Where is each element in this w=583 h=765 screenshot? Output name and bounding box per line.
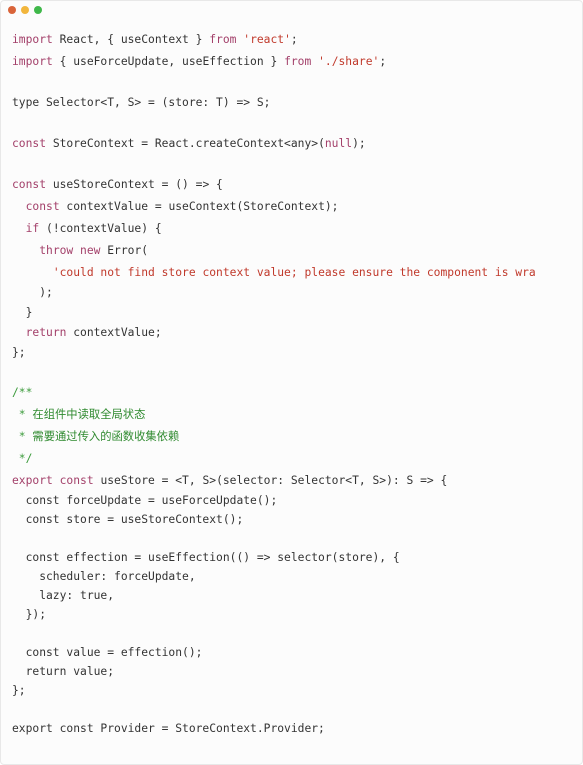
code-line: /**: [12, 385, 32, 401]
code-line: });: [12, 607, 46, 623]
code-token: const: [12, 137, 47, 150]
code-token: useStore = <T, S>(selector: Selector<T, …: [93, 474, 448, 487]
code-token: };: [12, 346, 26, 359]
code-line: }: [12, 305, 33, 321]
code-line: import { useForceUpdate, useEffection } …: [12, 54, 386, 70]
code-line: const store = useStoreContext();: [12, 512, 244, 528]
code-token: );: [12, 286, 53, 299]
code-token: *: [12, 408, 33, 421]
code-token: const value = effection();: [12, 646, 203, 659]
close-dot-icon: [8, 6, 16, 14]
code-token: });: [12, 608, 47, 621]
code-token: }: [12, 306, 33, 319]
code-token: useStoreContext = () => {: [46, 178, 223, 191]
code-token: import: [12, 33, 53, 46]
code-line: const useStoreContext = () => {: [12, 177, 223, 193]
code-token: export: [12, 474, 53, 487]
code-line: const forceUpdate = useForceUpdate();: [12, 493, 278, 509]
code-token: *: [12, 430, 33, 443]
code-line: const effection = useEffection(() => sel…: [12, 550, 400, 566]
code-line: return contextValue;: [12, 325, 162, 341]
code-token: */: [12, 452, 33, 465]
code-token: contextValue = useContext(StoreContext);: [59, 200, 339, 213]
code-token: export const Provider = StoreContext.Pro…: [12, 722, 325, 735]
code-token: contextValue;: [66, 326, 162, 339]
code-token: from: [209, 33, 237, 46]
code-token: null: [324, 137, 353, 150]
code-token: ;: [379, 55, 387, 68]
code-line: return value;: [12, 664, 114, 680]
code-line: 'could not find store context value; ple…: [12, 265, 536, 281]
code-token: StoreContext = React.createContext<any>(: [46, 137, 325, 150]
code-token: return value;: [12, 665, 115, 678]
code-line: export const Provider = StoreContext.Pro…: [12, 721, 325, 737]
code-token: const: [25, 200, 60, 213]
maximize-dot-icon: [34, 6, 42, 14]
code-token: };: [12, 684, 26, 697]
code-line: type Selector<T, S> = (store: T) => S;: [12, 95, 270, 111]
code-token: 在组件中读取全局状态: [32, 408, 146, 421]
window-controls: [8, 6, 42, 14]
code-line: lazy: true,: [12, 588, 114, 604]
code-line: if (!contextValue) {: [12, 221, 162, 237]
code-line: };: [12, 345, 26, 361]
code-token: ;: [290, 33, 298, 46]
code-token: lazy: true,: [12, 589, 115, 602]
code-line: const contextValue = useContext(StoreCon…: [12, 199, 339, 215]
code-token: Error(: [100, 244, 149, 257]
code-token: const forceUpdate = useForceUpdate();: [12, 494, 278, 507]
code-token: from: [284, 55, 312, 68]
code-line: const value = effection();: [12, 645, 203, 661]
code-token: throw: [39, 244, 74, 257]
code-block: import React, { useContext } from 'react…: [0, 0, 583, 765]
code-token: const: [12, 178, 47, 191]
code-token: 'could not find store context value; ple…: [52, 266, 536, 279]
minimize-dot-icon: [21, 6, 29, 14]
code-token: React, { useContext }: [52, 33, 210, 46]
code-token: );: [352, 137, 366, 150]
code-line: * 需要通过传入的函数收集依赖: [12, 429, 179, 445]
code-token: import: [12, 55, 53, 68]
code-line: const StoreContext = React.createContext…: [12, 136, 366, 152]
code-line: * 在组件中读取全局状态: [12, 407, 146, 423]
code-token: './share': [318, 55, 380, 68]
code-token: scheduler: forceUpdate,: [12, 570, 196, 583]
code-token: (!contextValue) {: [39, 222, 162, 235]
code-token: return: [25, 326, 67, 339]
code-token: new: [80, 244, 101, 257]
code-line: export const useStore = <T, S>(selector:…: [12, 473, 447, 489]
code-token: if: [25, 222, 40, 235]
code-line: };: [12, 683, 26, 699]
code-token: const store = useStoreContext();: [12, 513, 244, 526]
code-line: );: [12, 285, 53, 301]
code-token: type Selector<T, S> = (store: T) => S;: [12, 96, 271, 109]
code-token: 'react': [243, 33, 291, 46]
code-line: throw new Error(: [12, 243, 148, 259]
code-token: /**: [12, 386, 33, 399]
code-token: const effection = useEffection(() => sel…: [12, 551, 400, 564]
code-token: const: [59, 474, 94, 487]
code-token: { useForceUpdate, useEffection }: [52, 55, 285, 68]
code-token: 需要通过传入的函数收集依赖: [32, 430, 180, 443]
code-line: import React, { useContext } from 'react…: [12, 32, 298, 48]
code-line: scheduler: forceUpdate,: [12, 569, 196, 585]
code-line: */: [12, 451, 33, 467]
